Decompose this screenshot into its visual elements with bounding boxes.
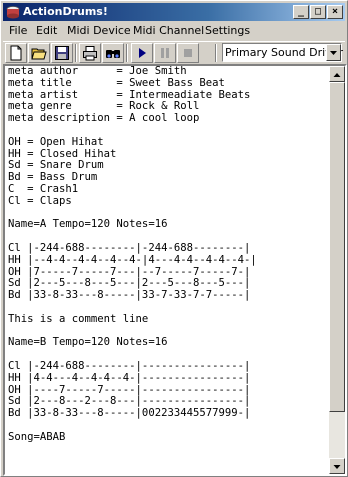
menu-midi-device[interactable]: Midi Device	[67, 24, 131, 38]
editor-line: Cl = Claps	[8, 194, 72, 207]
app-drum-icon	[6, 6, 20, 19]
play-icon	[139, 48, 146, 58]
editor-text[interactable]: meta author = Joe Smith meta title = Swe…	[8, 66, 322, 474]
scroll-up-button[interactable]	[329, 66, 345, 82]
menu-settings[interactable]: Settings	[205, 24, 250, 38]
open-button[interactable]	[28, 43, 50, 63]
editor-line: OH |7-----7-----7---|--7-----7-----7-|	[8, 265, 251, 278]
arrow-up-icon	[333, 73, 341, 77]
minimize-button[interactable]: _	[293, 5, 309, 19]
editor-line: Song=ABAB	[8, 430, 66, 443]
editor-line: Cl |-244-688--------|-244-688--------|	[8, 241, 251, 254]
scroll-thumb[interactable]	[329, 82, 345, 412]
pause-icon	[161, 48, 169, 58]
maximize-icon: □	[314, 6, 322, 17]
editor-line: meta artist = Intermeadiate Beats	[8, 88, 251, 101]
save-button[interactable]	[51, 43, 73, 63]
title-bar[interactable]: ActionDrums! _ □ ×	[3, 3, 345, 21]
vertical-scrollbar[interactable]	[329, 66, 345, 474]
print-button[interactable]	[79, 43, 101, 63]
close-icon: ×	[331, 6, 339, 17]
menu-edit[interactable]: Edit	[36, 24, 57, 38]
editor-line: meta title = Sweet Bass Beat	[8, 76, 225, 89]
app-window: ActionDrums! _ □ × File Edit Midi Device…	[0, 0, 348, 477]
window-title: ActionDrums!	[23, 5, 108, 18]
editor-line: This is a comment line	[8, 312, 149, 325]
minimize-icon: _	[297, 6, 305, 17]
toolbar-separator	[215, 44, 217, 62]
play-button[interactable]	[131, 43, 153, 63]
editor-line: OH = Open Hihat	[8, 135, 104, 148]
toolbar-separator	[126, 44, 128, 62]
editor-line: Cl |-244-688--------|----------------|	[8, 359, 251, 372]
editor-line: Bd = Bass Drum	[8, 171, 98, 184]
new-file-button[interactable]	[5, 43, 27, 63]
find-icon	[106, 50, 120, 58]
new-file-icon	[10, 45, 22, 61]
editor-line: C = Crash1	[8, 182, 79, 195]
editor-line: OH |----7-----7-----|----------------|	[8, 383, 251, 396]
editor-line: meta genre = Rock & Roll	[8, 100, 200, 113]
find-button[interactable]	[102, 43, 124, 63]
close-button[interactable]: ×	[327, 5, 343, 19]
maximize-button[interactable]: □	[310, 5, 326, 19]
editor-line: Name=B Tempo=120 Notes=16	[8, 336, 168, 349]
toolbar-separator	[75, 44, 77, 62]
save-icon	[55, 46, 69, 60]
sound-driver-select[interactable]: Primary Sound Driver	[222, 43, 343, 62]
scroll-down-button[interactable]	[329, 458, 345, 474]
menu-midi-channel[interactable]: Midi Channel	[133, 24, 204, 38]
editor-line: Bd |33-8-33---8-----|33-7-33-7-7-----|	[8, 289, 251, 302]
editor-line: Sd = Snare Drum	[8, 159, 104, 172]
open-folder-icon	[31, 48, 47, 60]
stop-icon	[184, 49, 192, 57]
editor-line: Name=A Tempo=120 Notes=16	[8, 218, 168, 231]
editor-line: meta author = Joe Smith	[8, 66, 187, 77]
chevron-down-icon	[330, 51, 337, 55]
menu-file[interactable]: File	[9, 24, 27, 38]
editor-line: HH |--4-4--4-4--4--4-|4---4-4--4-4--4-|	[8, 253, 257, 266]
menu-bar: File Edit Midi Device Midi Channel Setti…	[3, 22, 345, 40]
editor-line: HH = Closed Hihat	[8, 147, 117, 160]
script-editor[interactable]: meta author = Joe Smith meta title = Swe…	[3, 64, 347, 476]
arrow-down-icon	[333, 465, 341, 469]
editor-line: Bd |33-8-33---8-----|002233445577999-|	[8, 407, 251, 420]
print-icon	[83, 46, 97, 61]
toolbar: Primary Sound Driver	[3, 41, 345, 63]
editor-line: meta description = A cool loop	[8, 112, 200, 125]
editor-line: Sd |2---8---2---8---|----------------|	[8, 395, 251, 408]
editor-line: HH |4-4---4--4-4--4-|----------------|	[8, 371, 251, 384]
editor-line: Sd |2---5---8---5---|2---5---8---5---|	[8, 277, 251, 290]
dropdown-button[interactable]	[326, 44, 341, 61]
stop-button[interactable]	[177, 43, 199, 63]
pause-button[interactable]	[154, 43, 176, 63]
